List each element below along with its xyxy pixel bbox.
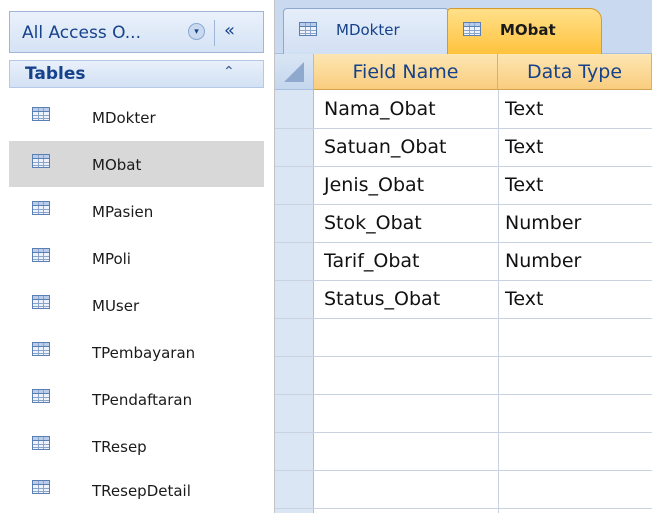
grid-line bbox=[275, 280, 652, 281]
table-icon bbox=[32, 154, 50, 168]
table-icon bbox=[299, 22, 317, 36]
corner-triangle-icon bbox=[284, 62, 304, 82]
grid-line bbox=[275, 470, 652, 471]
field-name-cell[interactable]: Nama_Obat bbox=[324, 98, 436, 120]
data-type-cell[interactable]: Number bbox=[505, 250, 581, 272]
grid-line bbox=[275, 242, 652, 243]
table-icon bbox=[32, 107, 50, 121]
table-icon bbox=[32, 342, 50, 356]
separator bbox=[214, 20, 215, 46]
nav-item-label: TPembayaran bbox=[92, 344, 196, 362]
table-icon bbox=[32, 248, 50, 262]
table-design-grid: Field Name Data Type Nama_Obat Text Satu… bbox=[275, 54, 652, 513]
grid-line bbox=[275, 204, 652, 205]
nav-item-label: MUser bbox=[92, 297, 140, 315]
tab-mdokter[interactable]: MDokter bbox=[283, 8, 449, 54]
nav-item-mpasien[interactable]: MPasien bbox=[9, 188, 264, 234]
nav-item-label: MObat bbox=[92, 156, 142, 174]
column-header-data-type[interactable]: Data Type bbox=[498, 54, 652, 90]
nav-item-mpoli[interactable]: MPoli bbox=[9, 235, 264, 281]
data-type-cell[interactable]: Text bbox=[505, 174, 543, 196]
nav-item-tpendaftaran[interactable]: TPendaftaran bbox=[9, 376, 264, 422]
nav-item-label: TResepDetail bbox=[92, 482, 191, 500]
grid-line bbox=[275, 432, 652, 433]
table-icon bbox=[32, 480, 50, 494]
field-name-cell[interactable]: Stok_Obat bbox=[324, 212, 422, 234]
grid-line bbox=[275, 356, 652, 357]
table-icon bbox=[32, 295, 50, 309]
nav-pane-header[interactable]: All Access O... ▾ « bbox=[9, 11, 264, 53]
nav-item-tpembayaran[interactable]: TPembayaran bbox=[9, 329, 264, 375]
field-name-cell[interactable]: Jenis_Obat bbox=[324, 174, 424, 196]
nav-item-label: TResep bbox=[92, 438, 147, 456]
field-name-cell[interactable]: Status_Obat bbox=[324, 288, 440, 310]
chevron-down-icon[interactable]: ▾ bbox=[188, 23, 205, 40]
field-name-cell[interactable]: Satuan_Obat bbox=[324, 136, 447, 158]
data-type-cell[interactable]: Text bbox=[505, 98, 543, 120]
nav-item-mobat[interactable]: MObat bbox=[9, 141, 264, 187]
table-icon bbox=[463, 22, 481, 36]
nav-item-tresep[interactable]: TResep bbox=[9, 423, 264, 469]
nav-item-muser[interactable]: MUser bbox=[9, 282, 264, 328]
grid-line bbox=[275, 318, 652, 319]
table-icon bbox=[32, 436, 50, 450]
data-type-cell[interactable]: Number bbox=[505, 212, 581, 234]
tab-label: MObat bbox=[500, 21, 556, 39]
table-icon bbox=[32, 201, 50, 215]
data-type-cell[interactable]: Text bbox=[505, 288, 543, 310]
field-name-cell[interactable]: Tarif_Obat bbox=[324, 250, 420, 272]
navigation-pane: All Access O... ▾ « Tables ⌃ MDokter MOb… bbox=[0, 0, 275, 513]
tab-label: MDokter bbox=[336, 21, 400, 39]
select-all-corner[interactable] bbox=[275, 54, 314, 90]
nav-item-label: MDokter bbox=[92, 109, 156, 127]
tab-mobat[interactable]: MObat bbox=[447, 8, 602, 54]
nav-item-label: MPoli bbox=[92, 250, 131, 268]
grid-line bbox=[275, 166, 652, 167]
row-selector-column[interactable] bbox=[275, 90, 314, 513]
grid-line bbox=[275, 128, 652, 129]
group-header-tables[interactable]: Tables ⌃ bbox=[9, 60, 264, 88]
nav-item-label: TPendaftaran bbox=[92, 391, 193, 409]
group-title: Tables bbox=[25, 64, 86, 84]
nav-item-mdokter[interactable]: MDokter bbox=[9, 94, 264, 140]
grid-line bbox=[275, 508, 652, 509]
document-tab-strip: MDokter MObat bbox=[275, 0, 652, 54]
grid-line bbox=[275, 394, 652, 395]
data-type-cell[interactable]: Text bbox=[505, 136, 543, 158]
grid-line bbox=[498, 90, 499, 513]
table-icon bbox=[32, 389, 50, 403]
nav-item-tresepdetail[interactable]: TResepDetail bbox=[9, 467, 264, 513]
nav-item-label: MPasien bbox=[92, 203, 154, 221]
collapse-group-icon[interactable]: ⌃ bbox=[223, 64, 235, 80]
column-header-field-name[interactable]: Field Name bbox=[314, 54, 498, 90]
nav-pane-title[interactable]: All Access O... bbox=[22, 23, 141, 43]
collapse-pane-icon[interactable]: « bbox=[224, 21, 235, 41]
